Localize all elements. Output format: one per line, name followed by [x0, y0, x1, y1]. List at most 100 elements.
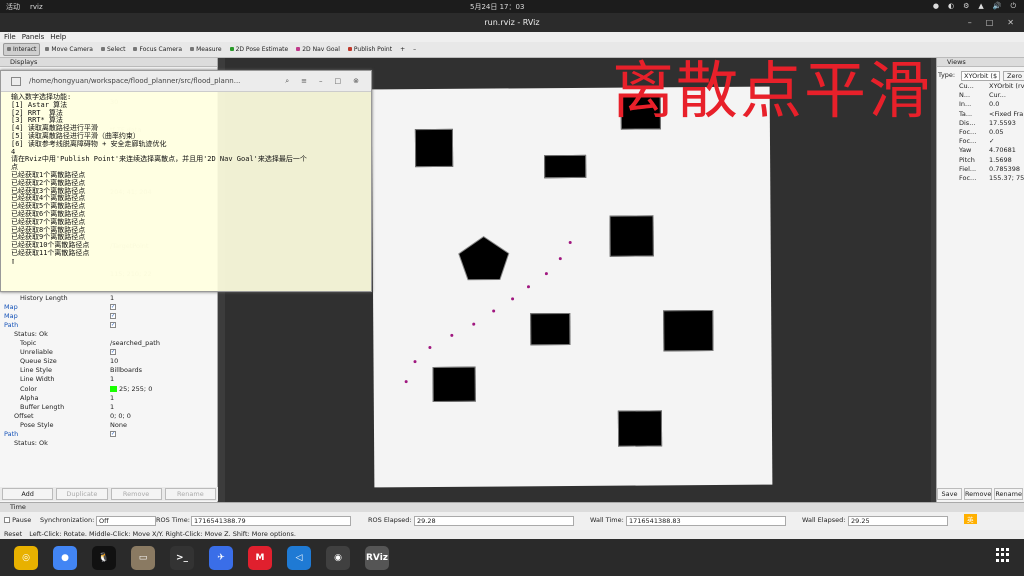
- rename-button[interactable]: Rename: [164, 488, 216, 500]
- display-property-row[interactable]: Color 25; 255; 0: [0, 385, 218, 394]
- tool-focus-camera[interactable]: Focus Camera: [130, 44, 185, 55]
- duplicate-button[interactable]: Duplicate: [56, 488, 108, 500]
- feishu-icon[interactable]: ✈: [209, 545, 233, 570]
- rviz-icon[interactable]: RViz: [365, 545, 389, 570]
- close-icon[interactable]: ✕: [1007, 18, 1014, 27]
- property-value[interactable]: ✓: [110, 430, 116, 439]
- qq-icon[interactable]: 🐧: [92, 545, 116, 570]
- display-property-row[interactable]: History Length 1: [0, 294, 218, 303]
- media-icon[interactable]: ◉: [326, 545, 350, 570]
- property-value[interactable]: 0; 0; 0: [110, 412, 131, 421]
- reset-button[interactable]: Reset: [4, 530, 22, 538]
- display-property-row[interactable]: Line Width 1: [0, 375, 218, 384]
- tool-interact[interactable]: Interact: [3, 43, 41, 56]
- ime-indicator[interactable]: 英: [964, 514, 977, 524]
- minimize-icon[interactable]: –: [968, 18, 972, 27]
- chromium-icon[interactable]: ◎: [14, 545, 38, 570]
- menu-panels[interactable]: Panels: [22, 33, 45, 41]
- property-value[interactable]: None: [110, 421, 127, 430]
- display-property-row[interactable]: Path ✓: [0, 430, 218, 439]
- tool-measure[interactable]: Measure: [187, 44, 225, 55]
- clock[interactable]: 5月24日 17：03: [470, 2, 524, 12]
- terminal-icon[interactable]: >_: [170, 545, 194, 570]
- terminal-output[interactable]: 输入数字选择功能: [1] Astar 算法 [2] RRT 算法 [3] RRT* …: [1, 92, 371, 268]
- menu-help[interactable]: Help: [50, 33, 66, 41]
- property-value[interactable]: ✓: [110, 312, 116, 321]
- view-property-value[interactable]: <Fixed Fra: [989, 110, 1023, 118]
- display-property-row[interactable]: Alpha 1: [0, 394, 218, 403]
- remove-tool-icon[interactable]: –: [410, 44, 419, 55]
- terminal-window[interactable]: /home/hongyuan/workspace/flood_planner/s…: [0, 70, 372, 292]
- property-value[interactable]: 1: [110, 403, 114, 412]
- tool-select[interactable]: Select: [98, 44, 129, 55]
- tool-2d-pose-estimate[interactable]: 2D Pose Estimate: [227, 44, 292, 55]
- display-property-row[interactable]: Buffer Length 1: [0, 403, 218, 412]
- view-property-value[interactable]: 0.0: [989, 100, 999, 108]
- sync-select[interactable]: Off: [96, 516, 156, 526]
- files-icon[interactable]: ▭: [131, 545, 155, 570]
- views-type-select[interactable]: XYOrbit ($: [961, 71, 1001, 81]
- property-value[interactable]: 25; 255; 0: [110, 385, 152, 394]
- terminal-titlebar[interactable]: /home/hongyuan/workspace/flood_planner/s…: [1, 71, 371, 92]
- property-value[interactable]: Billboards: [110, 366, 142, 375]
- view-property-value[interactable]: 4.70681: [989, 146, 1016, 154]
- mindmaster-icon[interactable]: M: [248, 545, 272, 570]
- close-icon[interactable]: ⊗: [353, 77, 359, 85]
- display-property-row[interactable]: Topic/searched_path: [0, 339, 218, 348]
- display-property-row[interactable]: Path ✓: [0, 321, 218, 330]
- add-button[interactable]: Add: [2, 488, 54, 500]
- checkbox[interactable]: ✓: [110, 430, 116, 437]
- tool-2d-nav-goal[interactable]: 2D Nav Goal: [293, 44, 343, 55]
- display-property-row[interactable]: Line Style Billboards: [0, 366, 218, 375]
- search-icon[interactable]: ⌕: [285, 77, 289, 86]
- menu-file[interactable]: File: [4, 33, 16, 41]
- tool-publish-point[interactable]: Publish Point: [345, 44, 395, 55]
- view-property-value[interactable]: ✓: [989, 137, 994, 145]
- display-property-row[interactable]: Unreliable ✓: [0, 348, 218, 357]
- display-property-row[interactable]: Map ✓: [0, 303, 218, 312]
- maximize-icon[interactable]: □: [335, 77, 342, 85]
- zero-button[interactable]: Zero: [1003, 71, 1024, 81]
- save-button[interactable]: Save: [937, 488, 962, 500]
- display-property-row[interactable]: Status: Ok: [0, 330, 218, 339]
- checkbox[interactable]: ✓: [110, 313, 116, 320]
- display-property-row[interactable]: Status: Ok: [0, 439, 218, 448]
- checkbox[interactable]: ✓: [110, 304, 116, 311]
- display-property-row[interactable]: Queue Size 10: [0, 357, 218, 366]
- rename-view-button[interactable]: Rename: [994, 488, 1023, 500]
- view-property-value[interactable]: 1.5698: [989, 156, 1012, 164]
- checkbox[interactable]: ✓: [110, 349, 116, 356]
- remove-view-button[interactable]: Remove: [963, 488, 993, 500]
- app-menu[interactable]: rviz: [30, 3, 43, 11]
- display-property-row[interactable]: Offset 0; 0; 0: [0, 412, 218, 421]
- property-value[interactable]: 10: [110, 357, 118, 366]
- terminal-tab-icon[interactable]: [11, 76, 21, 86]
- view-property-value[interactable]: XYOrbit (rvi: [989, 82, 1024, 90]
- pause-checkbox[interactable]: Pause: [4, 516, 31, 524]
- minimize-icon[interactable]: –: [319, 77, 323, 85]
- activities-button[interactable]: 活动: [6, 2, 20, 12]
- property-value[interactable]: 1: [110, 375, 114, 384]
- menu-icon[interactable]: ≡: [301, 77, 307, 85]
- display-property-row[interactable]: Map ✓: [0, 312, 218, 321]
- view-property-value[interactable]: Cur...: [989, 91, 1006, 99]
- app-grid-icon[interactable]: [996, 548, 1010, 562]
- view-property-value[interactable]: 0.785398: [989, 165, 1020, 173]
- chrome-icon[interactable]: ●: [53, 545, 77, 570]
- property-value[interactable]: 1: [110, 394, 114, 403]
- property-value[interactable]: /searched_path: [110, 339, 160, 348]
- system-tray[interactable]: ● ◐ ⚙ ▲ 🔊 ⏻: [933, 2, 1016, 11]
- tool-move-camera[interactable]: Move Camera: [42, 44, 96, 55]
- property-value[interactable]: ✓: [110, 303, 116, 312]
- remove-button[interactable]: Remove: [110, 488, 162, 500]
- property-value[interactable]: ✓: [110, 321, 116, 330]
- vscode-icon[interactable]: ◁: [287, 545, 311, 570]
- checkbox[interactable]: ✓: [110, 322, 116, 329]
- view-property-value[interactable]: 0.05: [989, 128, 1003, 136]
- view-property-value[interactable]: 17.5593: [989, 119, 1016, 127]
- maximize-icon[interactable]: □: [986, 18, 994, 27]
- property-value[interactable]: 1: [110, 294, 114, 303]
- property-value[interactable]: ✓: [110, 348, 116, 357]
- display-property-row[interactable]: Pose Style None: [0, 421, 218, 430]
- view-property-value[interactable]: 155.37; 75...: [989, 174, 1024, 182]
